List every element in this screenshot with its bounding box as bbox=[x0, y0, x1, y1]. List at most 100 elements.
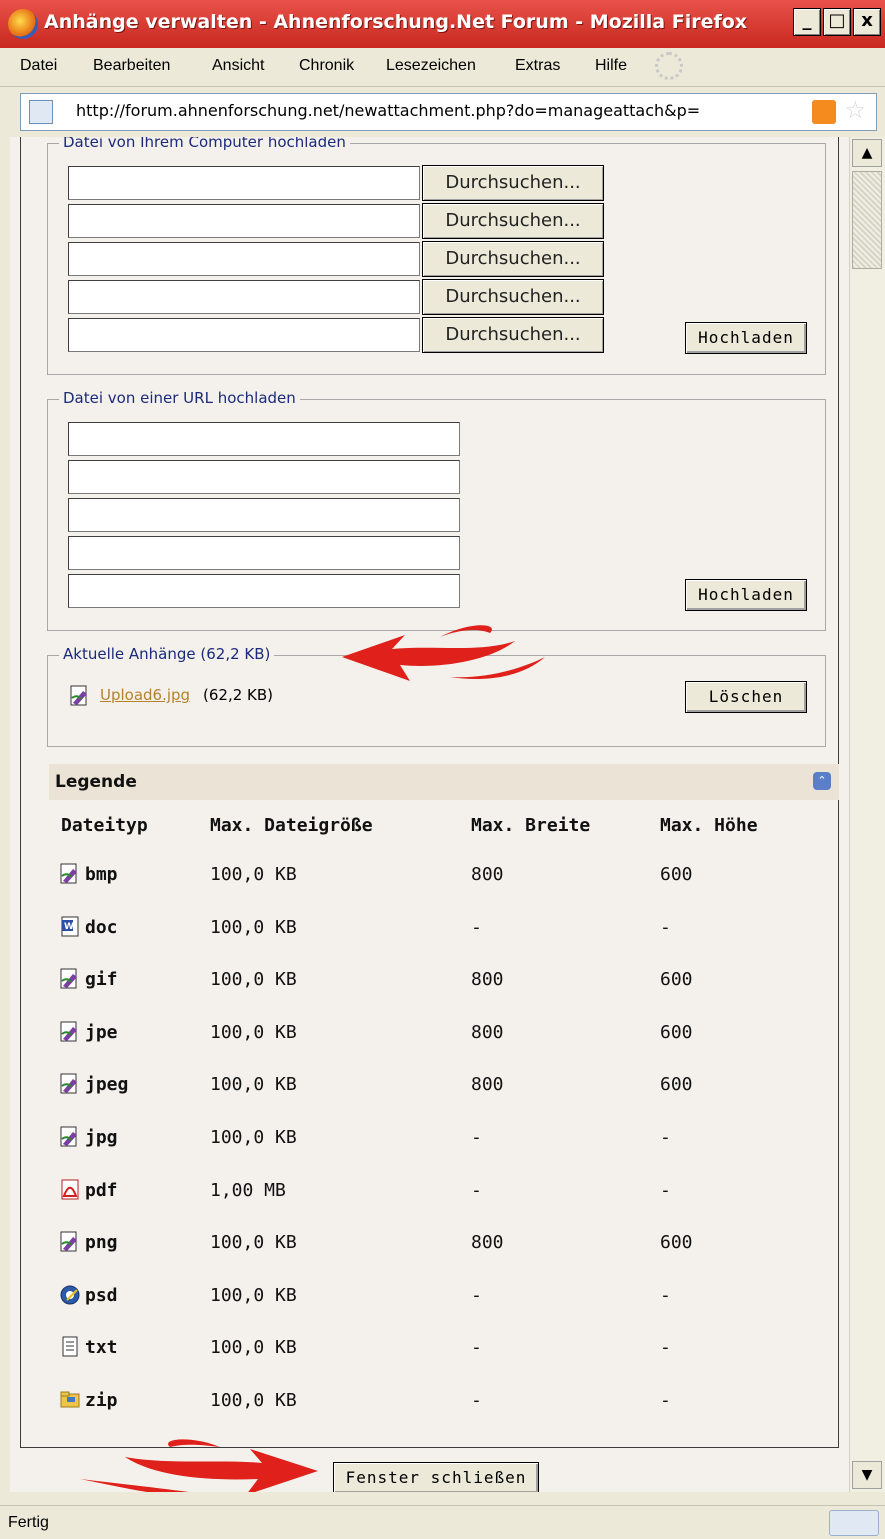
annotation-arrow-icon bbox=[342, 625, 545, 681]
firefox-icon bbox=[8, 9, 38, 39]
bookmark-star-icon[interactable]: ☆ bbox=[844, 96, 866, 124]
image-file-icon bbox=[60, 1231, 77, 1252]
menu-lesezeichen[interactable]: Lesezeichen bbox=[386, 57, 476, 75]
annotation-arrow-icon bbox=[80, 1439, 318, 1492]
filetype-ext: txt bbox=[85, 1337, 118, 1358]
filetype-max-width: 800 bbox=[471, 1074, 504, 1095]
legend-header: Legende ⌃ bbox=[49, 764, 839, 800]
browse-button-3[interactable]: Durchsuchen... bbox=[422, 241, 604, 277]
browse-button-2[interactable]: Durchsuchen... bbox=[422, 203, 604, 239]
maximize-button[interactable]: □ bbox=[823, 8, 851, 36]
url-input-5[interactable] bbox=[68, 574, 460, 608]
filetype-ext: bmp bbox=[85, 864, 118, 885]
filetype-ext: psd bbox=[85, 1285, 118, 1306]
upload-url-legend: Datei von einer URL hochladen bbox=[59, 389, 300, 407]
menu-hilfe[interactable]: Hilfe bbox=[595, 57, 627, 75]
filetype-ext: zip bbox=[85, 1390, 118, 1411]
status-addons-icon[interactable] bbox=[829, 1510, 879, 1536]
scroll-up-button[interactable]: ▲ bbox=[852, 139, 882, 167]
url-text[interactable]: http://forum.ahnenforschung.net/newattac… bbox=[76, 101, 700, 120]
filetype-max-width: - bbox=[471, 1285, 482, 1306]
filetype-max-height: - bbox=[660, 1285, 671, 1306]
upload-computer-button[interactable]: Hochladen bbox=[685, 322, 807, 354]
url-input-1[interactable] bbox=[68, 422, 460, 456]
browse-button-1[interactable]: Durchsuchen... bbox=[422, 165, 604, 201]
current-attachments-legend: Aktuelle Anhänge (62,2 KB) bbox=[59, 645, 275, 663]
filetype-ext: png bbox=[85, 1232, 118, 1253]
browse-button-4[interactable]: Durchsuchen... bbox=[422, 279, 604, 315]
file-input-3[interactable] bbox=[68, 242, 420, 276]
filetype-max-size: 100,0 KB bbox=[210, 969, 297, 990]
svg-text:W: W bbox=[64, 922, 74, 932]
file-input-5[interactable] bbox=[68, 318, 420, 352]
rss-feed-icon[interactable] bbox=[812, 100, 836, 124]
attachment-link[interactable]: Upload6.jpg bbox=[100, 686, 190, 704]
filetype-max-size: 100,0 KB bbox=[210, 1232, 297, 1253]
close-window-page-button[interactable]: Fenster schließen bbox=[333, 1462, 539, 1492]
filetype-max-width: 800 bbox=[471, 1232, 504, 1253]
legend-title: Legende bbox=[55, 772, 137, 792]
menu-bearbeiten[interactable]: Bearbeiten bbox=[93, 57, 170, 75]
url-input-2[interactable] bbox=[68, 460, 460, 494]
filetype-max-width: - bbox=[471, 1180, 482, 1201]
upload-url-button[interactable]: Hochladen bbox=[685, 579, 807, 611]
filetype-max-size: 100,0 KB bbox=[210, 1022, 297, 1043]
file-input-1[interactable] bbox=[68, 166, 420, 200]
psd-file-icon bbox=[60, 1285, 80, 1305]
file-input-4[interactable] bbox=[68, 280, 420, 314]
filetype-max-height: 600 bbox=[660, 1074, 693, 1095]
image-file-icon bbox=[60, 1021, 77, 1042]
url-input-4[interactable] bbox=[68, 536, 460, 570]
attachment-size: (62,2 KB) bbox=[203, 686, 273, 704]
header-max-width: Max. Breite bbox=[471, 815, 591, 836]
header-max-height: Max. Höhe bbox=[660, 815, 758, 836]
scrollbar-thumb[interactable] bbox=[852, 171, 882, 269]
filetype-max-width: - bbox=[471, 1127, 482, 1148]
delete-attachment-button[interactable]: Löschen bbox=[685, 681, 807, 713]
filetype-ext: jpeg bbox=[85, 1074, 129, 1095]
filetype-max-size: 100,0 KB bbox=[210, 1127, 297, 1148]
filetype-max-size: 100,0 KB bbox=[210, 1390, 297, 1411]
image-file-icon bbox=[60, 863, 77, 884]
status-text: Fertig bbox=[8, 1514, 49, 1531]
filetype-ext: pdf bbox=[85, 1180, 118, 1201]
filetype-ext: jpe bbox=[85, 1022, 118, 1043]
zip-file-icon bbox=[60, 1391, 80, 1408]
menu-chronik[interactable]: Chronik bbox=[299, 57, 354, 75]
filetype-max-width: - bbox=[471, 1337, 482, 1358]
file-input-2[interactable] bbox=[68, 204, 420, 238]
filetype-ext: jpg bbox=[85, 1127, 118, 1148]
filetype-max-height: - bbox=[660, 1180, 671, 1201]
filetype-max-size: 100,0 KB bbox=[210, 1074, 297, 1095]
filetype-max-width: 800 bbox=[471, 969, 504, 990]
address-bar[interactable]: http://forum.ahnenforschung.net/newattac… bbox=[20, 93, 877, 131]
menu-datei[interactable]: Datei bbox=[20, 57, 57, 75]
url-input-3[interactable] bbox=[68, 498, 460, 532]
close-window-button[interactable]: x bbox=[853, 8, 881, 36]
attachment-manager: Datei von Ihrem Computer hochladen Durch… bbox=[20, 137, 839, 1448]
collapse-icon[interactable]: ⌃ bbox=[813, 772, 831, 790]
filetype-max-size: 100,0 KB bbox=[210, 864, 297, 885]
menu-ansicht[interactable]: Ansicht bbox=[212, 57, 264, 75]
filetype-max-width: 800 bbox=[471, 864, 504, 885]
filetype-max-height: - bbox=[660, 917, 671, 938]
filetype-max-size: 100,0 KB bbox=[210, 917, 297, 938]
vertical-scrollbar[interactable]: ▲ ▼ bbox=[849, 137, 885, 1492]
upload-computer-legend: Datei von Ihrem Computer hochladen bbox=[59, 137, 350, 151]
scroll-down-button[interactable]: ▼ bbox=[852, 1461, 882, 1489]
filetype-max-height: - bbox=[660, 1390, 671, 1411]
filetype-max-height: - bbox=[660, 1127, 671, 1148]
menu-extras[interactable]: Extras bbox=[515, 57, 560, 75]
page-icon bbox=[29, 100, 53, 124]
browse-button-5[interactable]: Durchsuchen... bbox=[422, 317, 604, 353]
text-file-icon bbox=[62, 1336, 78, 1357]
filetype-max-size: 100,0 KB bbox=[210, 1337, 297, 1358]
window-title: Anhänge verwalten - Ahnenforschung.Net F… bbox=[44, 11, 748, 33]
filetype-max-size: 100,0 KB bbox=[210, 1285, 297, 1306]
header-dateityp: Dateityp bbox=[61, 815, 148, 836]
filetype-max-height: 600 bbox=[660, 864, 693, 885]
filetype-ext: gif bbox=[85, 969, 118, 990]
minimize-button[interactable]: _ bbox=[793, 8, 821, 36]
filetype-max-width: - bbox=[471, 917, 482, 938]
word-file-icon: W bbox=[61, 916, 79, 937]
